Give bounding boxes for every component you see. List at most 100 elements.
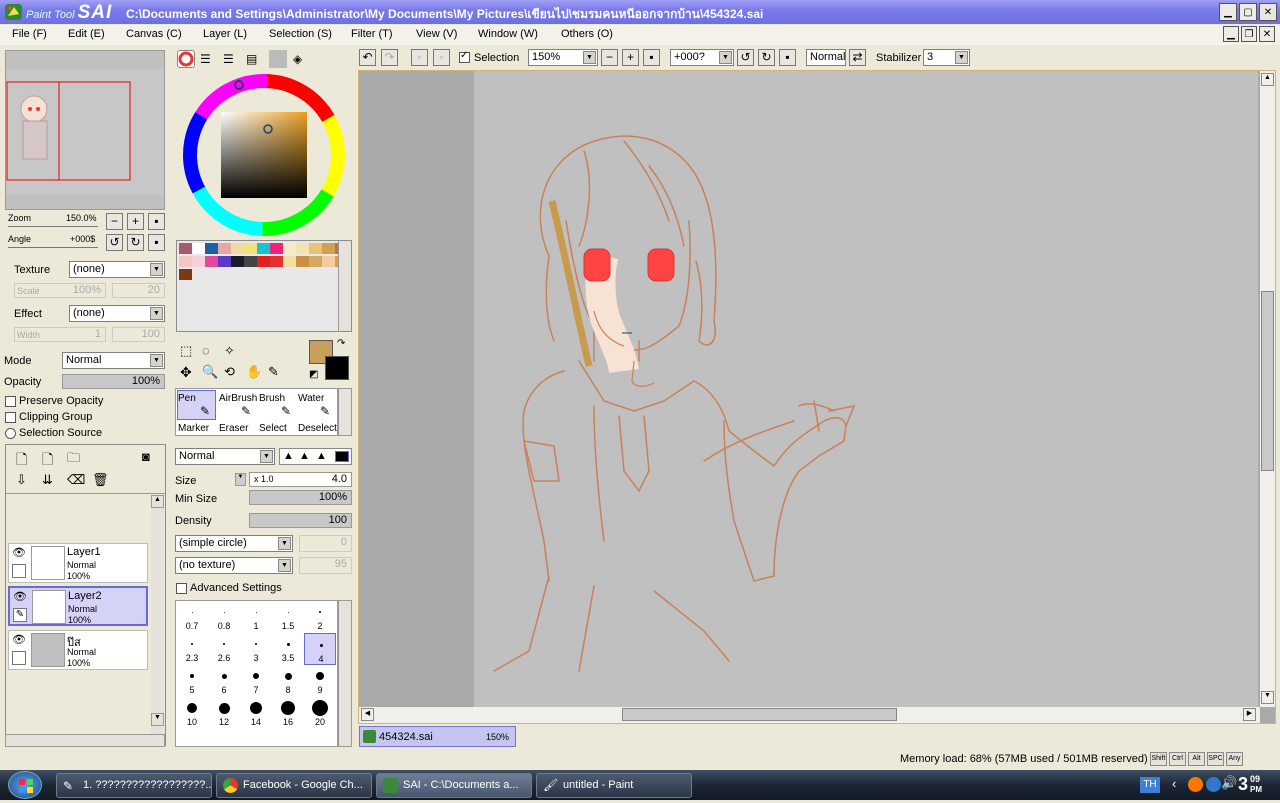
magic-wand-icon[interactable]: ✧	[224, 343, 235, 359]
canvas-hscroll-thumb[interactable]	[622, 708, 897, 721]
taskbar-item-1[interactable]: ✎ 1. ??????????????????...	[56, 773, 212, 798]
brush-size-cell[interactable]: 2	[304, 601, 336, 633]
doc-minimize-button[interactable]: ▁	[1223, 26, 1239, 42]
density-slider[interactable]: 100	[249, 513, 352, 528]
brush-texture-select[interactable]: (no texture) ▼	[175, 557, 293, 574]
close-button[interactable]: ✕	[1259, 3, 1277, 21]
new-layer-alt-icon[interactable]: 🗋	[42, 449, 53, 473]
size-scrollbar[interactable]	[338, 600, 352, 747]
tool-pen[interactable]: Pen	[178, 393, 196, 404]
layer-item[interactable]: 👁 ป๊ส Normal 100%	[8, 630, 148, 670]
brush-size-cell[interactable]: 0.7	[176, 601, 208, 633]
brush-size-cell[interactable]: 10	[176, 697, 208, 729]
transparent-color-icon[interactable]: ◩	[309, 369, 318, 380]
rotate-reset-button[interactable]: ▪	[148, 234, 165, 251]
brush-size-cell[interactable]: 4	[304, 633, 336, 665]
merge-down-icon[interactable]: ⇊	[42, 472, 53, 488]
canvas-hscrollbar[interactable]: ◀ ▶	[359, 707, 1260, 723]
canvas-tab[interactable]: 454324.sai 150%	[359, 726, 516, 747]
advanced-settings-checkbox[interactable]	[176, 583, 187, 594]
hand-icon[interactable]: ✋	[246, 364, 262, 380]
brush-size-cell[interactable]: 20	[304, 697, 336, 729]
menu-window[interactable]: Window (W)	[478, 28, 538, 40]
taskbar-item-sai[interactable]: SAI - C:\Documents a...	[376, 773, 532, 798]
rotate-left-button[interactable]: ↺	[106, 234, 123, 251]
min-size-slider[interactable]: 100%	[249, 490, 352, 505]
size-multiplier-button[interactable]: ▼	[235, 473, 246, 486]
canvas-zoom-select[interactable]: 150% ▼	[528, 49, 598, 66]
color-swatch[interactable]	[179, 269, 192, 280]
layer-opacity-slider[interactable]: 100%	[62, 374, 165, 389]
size-slider[interactable]: x 1.0 4.0	[249, 472, 352, 487]
clear-layer-icon[interactable]: ⌫	[67, 472, 85, 488]
rgb-slider-tab[interactable]: ☰	[200, 52, 211, 66]
tool-select[interactable]: Select	[259, 423, 287, 434]
layer-scrollbar[interactable]: ▲ ▼	[151, 495, 164, 743]
maximize-button[interactable]: ▢	[1239, 3, 1257, 21]
volume-icon[interactable]: 🔊	[1221, 775, 1237, 791]
zoom-out-button[interactable]: −	[106, 213, 123, 230]
mixer-tab[interactable]: ▤	[246, 52, 257, 66]
doc-close-button[interactable]: ✕	[1259, 26, 1275, 42]
eye-icon[interactable]: 👁	[12, 633, 26, 646]
tray-app-icon[interactable]	[1188, 777, 1203, 792]
redo-button[interactable]: ↷	[381, 49, 398, 66]
minimize-button[interactable]: ▁	[1219, 3, 1237, 21]
color-swatch[interactable]	[231, 256, 244, 267]
canvas-rotate-right-button[interactable]: ↻	[758, 49, 775, 66]
texture-select[interactable]: (none) ▼	[69, 261, 165, 278]
layer-item[interactable]: 👁 Layer1 Normal 100%	[8, 543, 148, 583]
tool-marker[interactable]: Marker	[178, 423, 209, 434]
brush-size-cell[interactable]: 1.5	[272, 601, 304, 633]
doc-restore-button[interactable]: ❐	[1241, 26, 1257, 42]
eye-icon[interactable]: 👁	[13, 590, 27, 603]
navigator-preview[interactable]	[5, 50, 165, 210]
menu-canvas[interactable]: Canvas (C)	[126, 28, 182, 40]
canvas-rotate-reset-button[interactable]: ▪	[779, 49, 796, 66]
brush-size-cell[interactable]: 16	[272, 697, 304, 729]
color-swatch[interactable]	[309, 243, 322, 254]
canvas-zoom-out-button[interactable]: −	[601, 49, 618, 66]
tool-water[interactable]: Water	[298, 393, 324, 404]
eyedropper-icon[interactable]: ✎	[268, 364, 279, 380]
color-wheel-tab[interactable]	[177, 50, 195, 68]
zoom-slider[interactable]	[8, 226, 98, 227]
rotate-right-button[interactable]: ↻	[127, 234, 144, 251]
flip-button[interactable]: ⇄	[849, 49, 866, 66]
selection-checkbox[interactable]: ✓	[459, 50, 470, 63]
brush-size-cell[interactable]: 12	[208, 697, 240, 729]
color-swatch[interactable]	[205, 256, 218, 267]
hsv-slider-tab[interactable]: ☰	[223, 52, 234, 66]
tool-scrollbar[interactable]	[338, 388, 352, 436]
brush-size-cell[interactable]: 7	[240, 665, 272, 697]
menu-others[interactable]: Others (O)	[561, 28, 613, 40]
undo-button[interactable]: ↶	[359, 49, 376, 66]
lock-box[interactable]	[12, 651, 26, 665]
canvas-document[interactable]	[474, 71, 1258, 707]
brush-size-cell[interactable]: 14	[240, 697, 272, 729]
lasso-icon[interactable]: ◌	[202, 343, 210, 358]
tool-eraser[interactable]: Eraser	[219, 423, 248, 434]
clock-hour[interactable]: 3	[1238, 774, 1248, 795]
brush-size-cell[interactable]: 5	[176, 665, 208, 697]
network-icon[interactable]	[1206, 777, 1221, 792]
color-swatch[interactable]	[270, 243, 283, 254]
layer-hscrollbar[interactable]	[5, 734, 165, 747]
swatch-tab[interactable]	[269, 50, 287, 68]
brush-size-cell[interactable]: 3	[240, 633, 272, 665]
color-swatch[interactable]	[244, 243, 257, 254]
color-swatch[interactable]	[270, 256, 283, 267]
color-swatch[interactable]	[192, 256, 205, 267]
color-swatch[interactable]	[322, 256, 335, 267]
language-indicator[interactable]: TH	[1140, 777, 1160, 793]
move-icon[interactable]: ✥	[180, 364, 192, 381]
brush-size-cell[interactable]: 8	[272, 665, 304, 697]
menu-selection[interactable]: Selection (S)	[269, 28, 332, 40]
tool-deselect[interactable]: Deselect	[298, 423, 337, 434]
layer-mask-icon[interactable]: ◙	[142, 449, 150, 464]
deselect-button[interactable]: ▫	[411, 49, 428, 66]
canvas-vscrollbar[interactable]: ▲ ▼	[1260, 71, 1275, 707]
blend-mode-field[interactable]: Normal	[806, 49, 846, 66]
eye-icon[interactable]: 👁	[12, 546, 26, 559]
canvas-zoom-reset-button[interactable]: ▪	[643, 49, 660, 66]
